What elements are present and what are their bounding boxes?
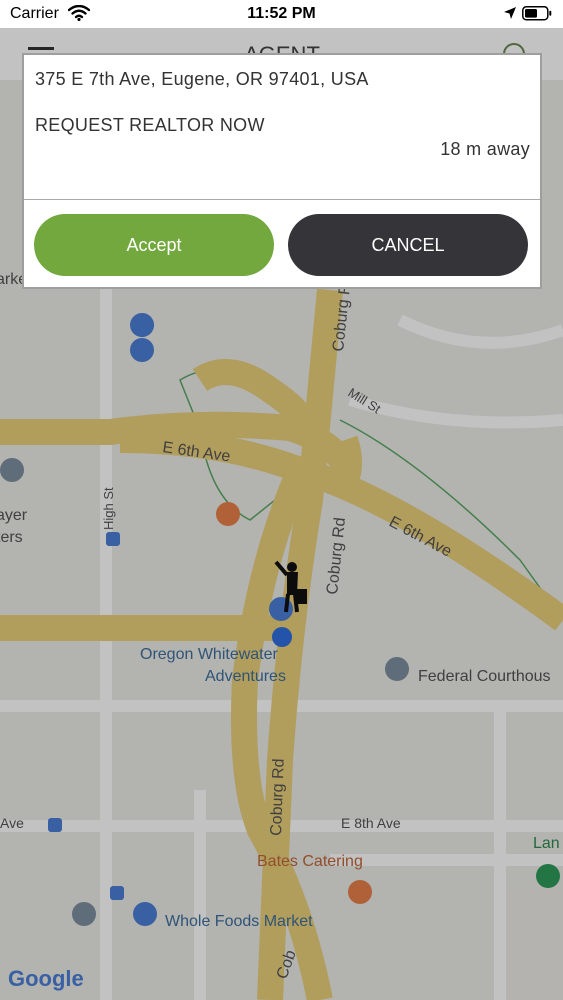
accept-button[interactable]: Accept [34,214,274,276]
google-logo: Google [8,966,84,991]
location-arrow-icon [503,6,517,25]
map-label-ayer: ayer [0,507,28,524]
restaurant-pin-icon[interactable] [348,880,372,904]
street-label-high-st: High St [101,487,116,530]
request-distance: 18 m away [440,139,530,159]
transit-icon [106,532,120,546]
status-time: 11:52 PM [247,5,316,22]
status-bar: Carrier 11:52 PM [0,0,563,28]
transit-icon [48,818,62,832]
park-pin-icon[interactable] [536,864,560,888]
poi-label-oregon-1: Oregon Whitewater [140,646,279,663]
shopping-pin-icon[interactable] [133,902,157,926]
poi-label-bates: Bates Catering [257,853,363,870]
courthouse-pin-icon[interactable] [385,657,409,681]
restaurant-pin-icon[interactable] [216,502,240,526]
cancel-button[interactable]: CANCEL [288,214,528,276]
poi-label-whole-foods: Whole Foods Market [165,913,313,930]
request-dialog: 375 E 7th Ave, Eugene, OR 97401, USA REQ… [22,53,542,289]
school-pin-icon[interactable] [72,902,96,926]
request-address: 375 E 7th Ave, Eugene, OR 97401, USA [35,69,369,89]
shopping-pin-icon[interactable] [269,597,293,621]
transit-icon [110,886,124,900]
street-label-ave-left: Ave [0,815,24,831]
poi-label-lan: Lan [533,835,560,852]
street-label-coburg-low: Coburg Rd [268,758,288,836]
poi-label-oregon-2: Adventures [205,668,286,685]
battery-icon [522,6,552,26]
poi-label-federal: Federal Courthous [418,668,551,685]
current-location-dot [272,627,292,647]
street-label-e8th: E 8th Ave [341,815,401,831]
dialog-divider [24,199,540,200]
request-title: REQUEST REALTOR NOW [35,115,265,135]
museum-pin-icon[interactable] [0,458,24,482]
map-label-ters: ters [0,529,23,546]
